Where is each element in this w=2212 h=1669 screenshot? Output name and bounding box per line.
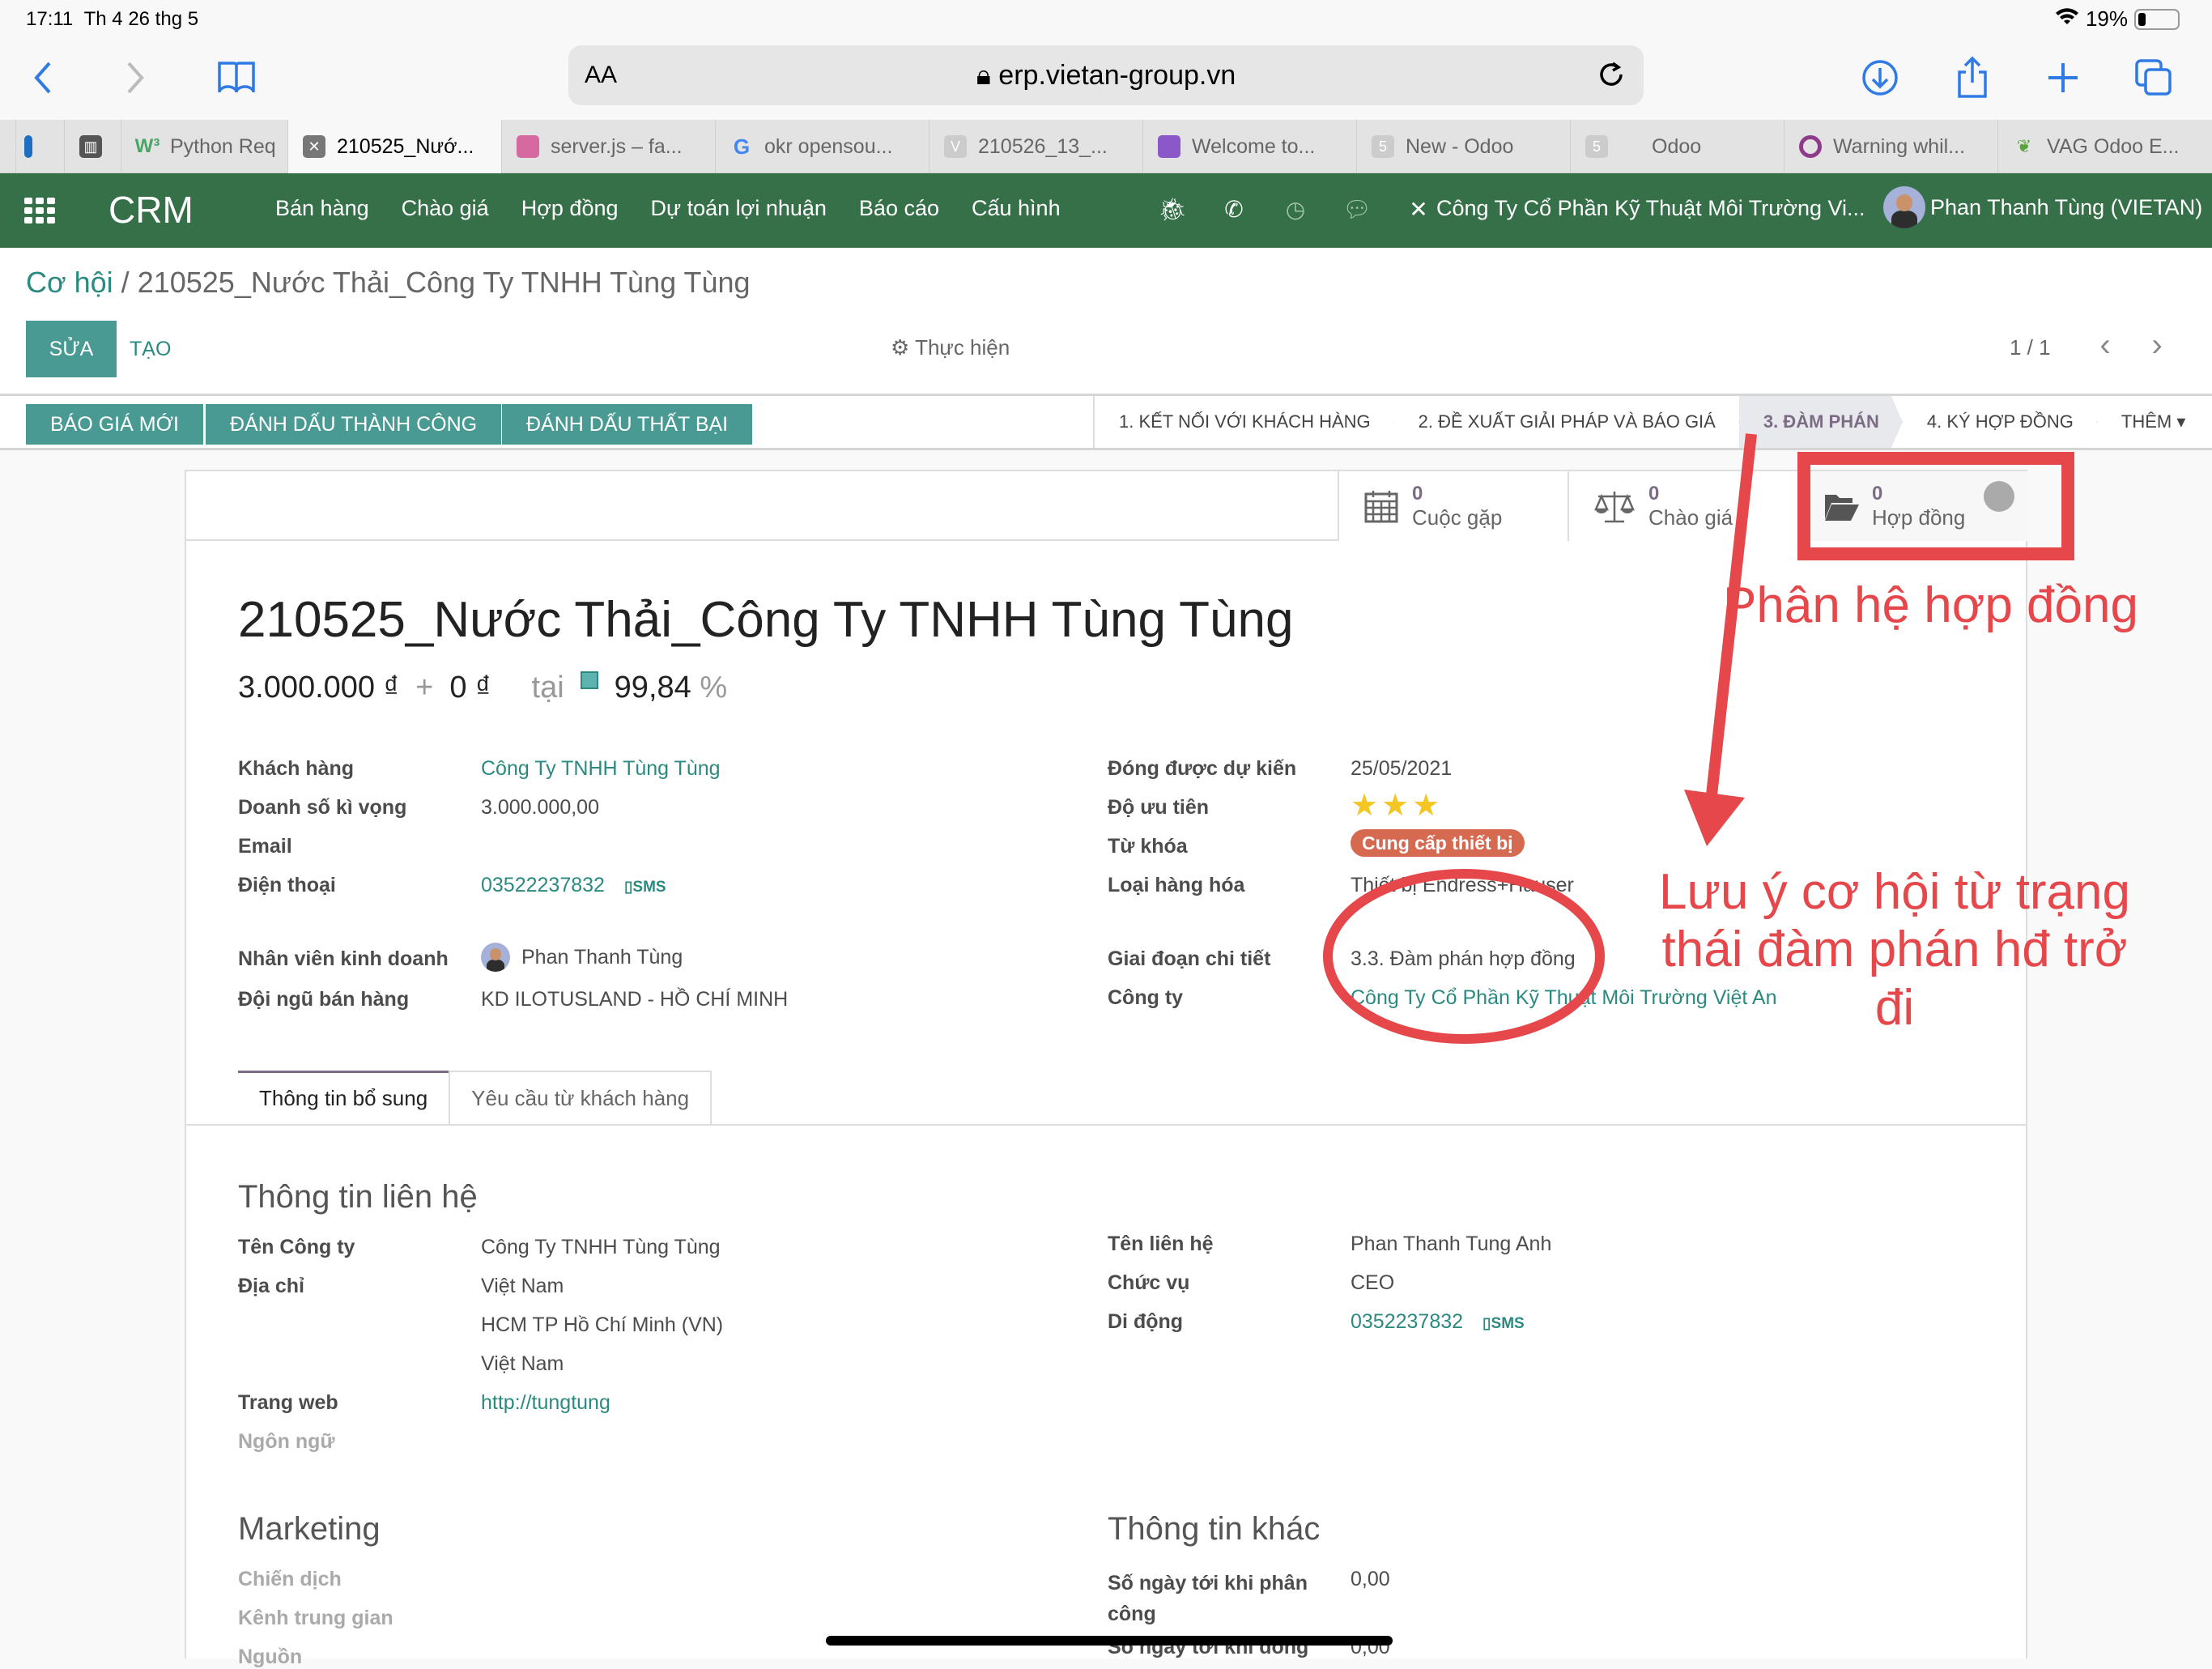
annotation-overlay xyxy=(1323,433,2074,1044)
annotation-box xyxy=(1797,452,2074,560)
annotation-note: Lưu ý cơ hội từ trạng thái đàm phán hđ t… xyxy=(1658,864,2131,1036)
annotation-circle xyxy=(1323,869,1605,1044)
home-indicator xyxy=(826,1636,1393,1646)
annotation-label-contracts: Phân hệ hợp đồng xyxy=(1723,577,2138,633)
annotation-arrowhead xyxy=(1684,790,1745,846)
